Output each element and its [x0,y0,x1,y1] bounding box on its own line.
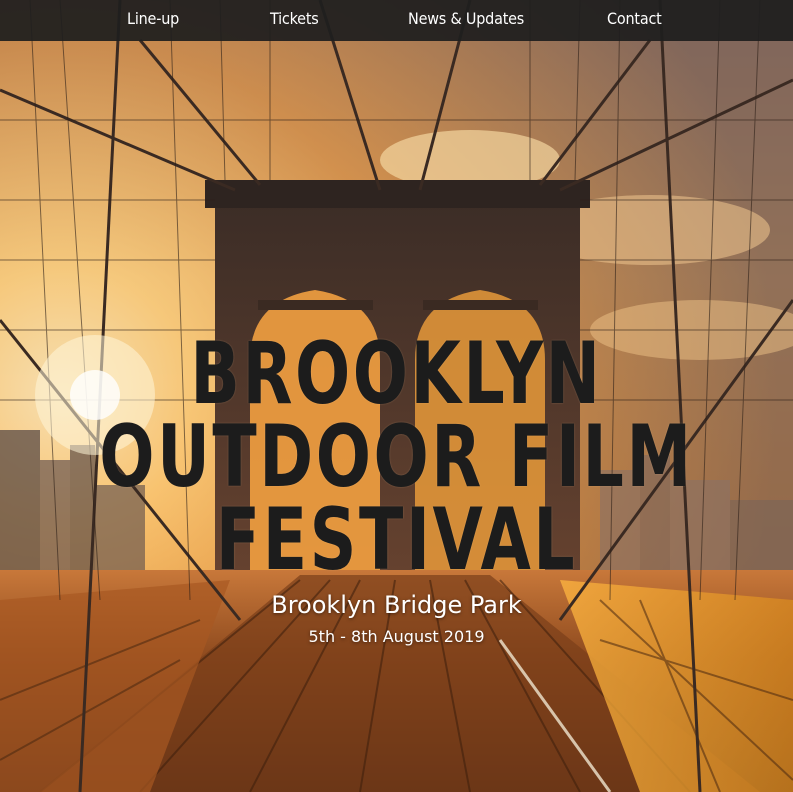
venue-subtitle: Brooklyn Bridge Park [271,591,522,619]
festival-title: BROOKLYN OUTDOOR FILM FESTIVAL [0,324,793,590]
title-line-1: BROOKLYN [190,324,603,424]
title-line-2: OUTDOOR FILM [99,407,694,507]
main-nav: Line-up Tickets News & Updates Contact [0,0,793,41]
nav-item-news-updates[interactable]: News & Updates [408,0,524,41]
festival-dates: 5th - 8th August 2019 [308,627,485,646]
nav-item-tickets[interactable]: Tickets [270,0,319,41]
nav-item-line-up[interactable]: Line-up [127,0,179,41]
title-line-3: FESTIVAL [215,490,578,590]
nav-item-contact[interactable]: Contact [607,0,662,41]
